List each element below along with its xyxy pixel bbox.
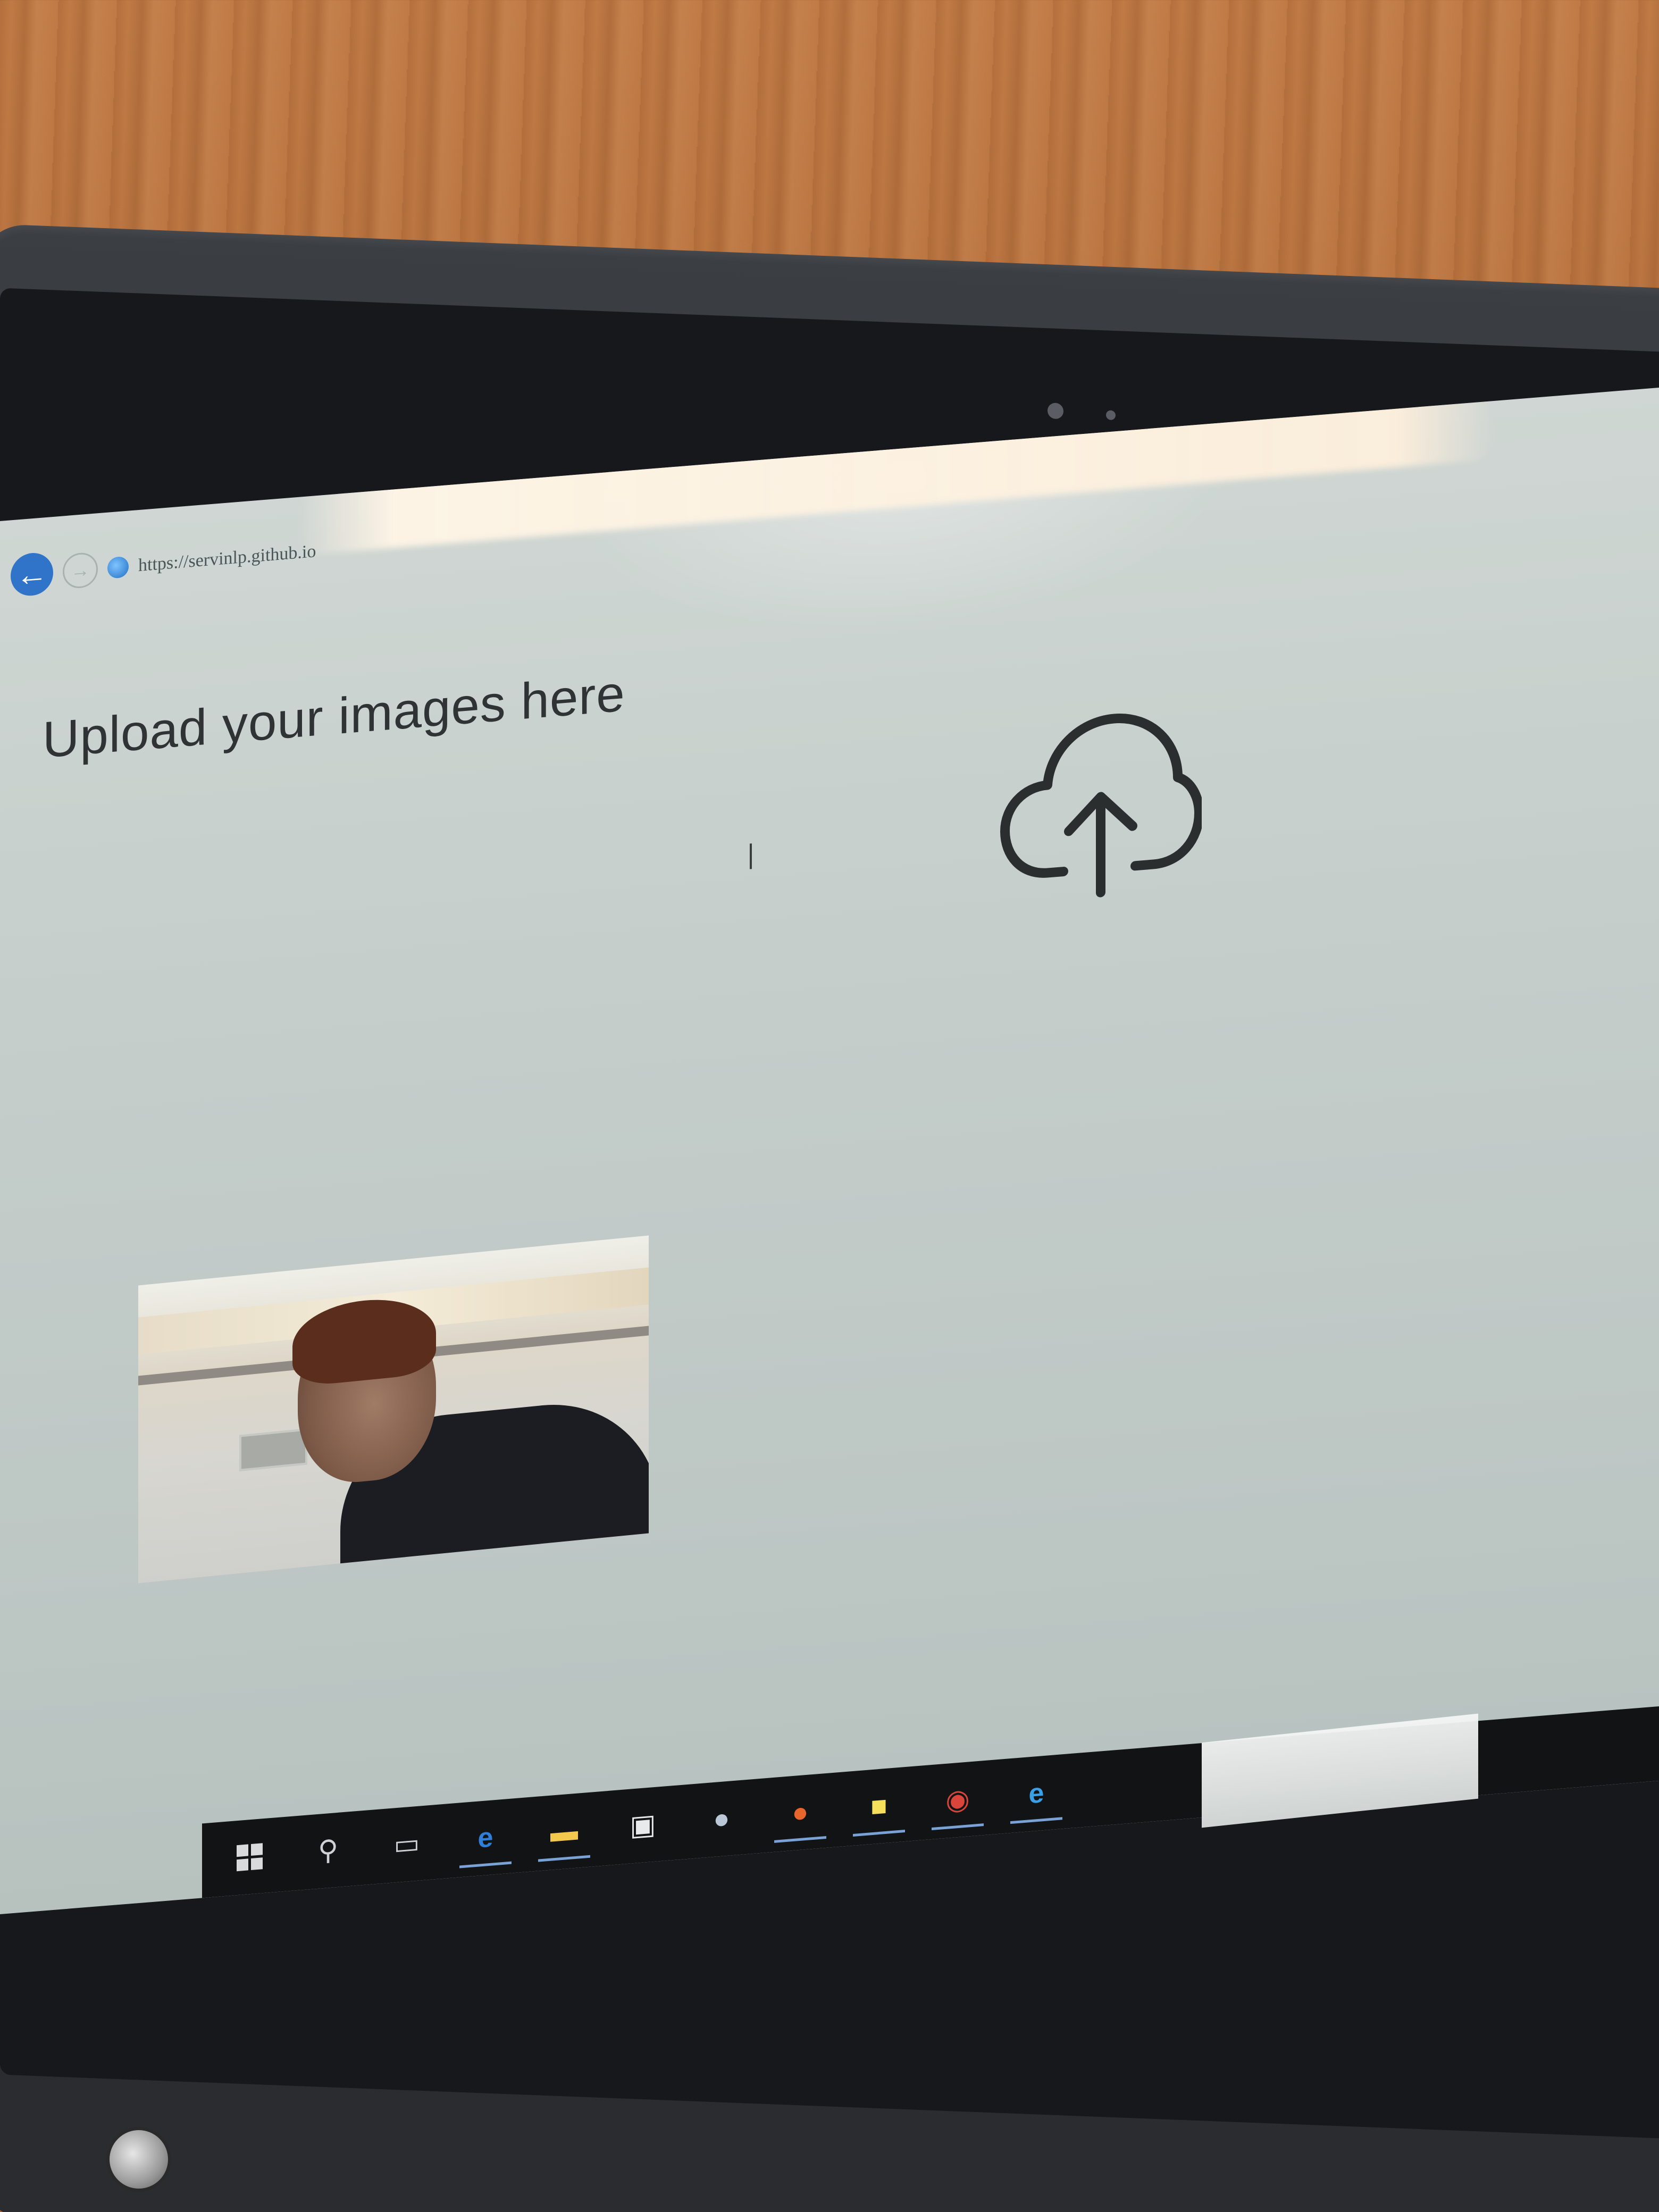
back-arrow-icon: ← bbox=[16, 555, 48, 593]
sensor-dot bbox=[1106, 410, 1116, 421]
forward-button[interactable]: → bbox=[63, 551, 98, 590]
app-icon[interactable]: ● bbox=[706, 1802, 737, 1836]
chrome-icon[interactable]: ◉ bbox=[942, 1783, 973, 1817]
cloud-upload-icon[interactable] bbox=[1000, 701, 1202, 909]
file-explorer-icon[interactable]: ▬ bbox=[549, 1815, 580, 1848]
search-icon[interactable]: ⚲ bbox=[313, 1834, 343, 1867]
frame-screw bbox=[106, 2127, 171, 2192]
photo-scene: { "browser": { "url": "https://servinlp.… bbox=[0, 0, 1659, 2212]
edge-icon[interactable]: e bbox=[470, 1821, 501, 1855]
forward-arrow-icon: → bbox=[71, 558, 90, 582]
webcam-preview bbox=[138, 1235, 649, 1583]
front-camera bbox=[1048, 403, 1063, 420]
windows-start-icon[interactable] bbox=[234, 1840, 265, 1874]
sticky-notes-icon[interactable]: ■ bbox=[864, 1790, 894, 1823]
internet-explorer-icon[interactable]: e bbox=[1021, 1777, 1052, 1811]
screen: ← → https://servinlp.github.io Upload yo… bbox=[0, 384, 1659, 1914]
page-title: Upload your images here bbox=[43, 665, 625, 769]
text-cursor bbox=[750, 843, 752, 869]
task-view-icon[interactable]: ▭ bbox=[391, 1828, 422, 1861]
url-field[interactable]: https://servinlp.github.io bbox=[138, 541, 316, 576]
store-icon[interactable]: ▣ bbox=[627, 1808, 658, 1842]
ceiling-vent bbox=[239, 1428, 307, 1471]
back-button[interactable]: ← bbox=[11, 551, 53, 598]
firefox-icon[interactable]: ● bbox=[785, 1796, 816, 1830]
address-bar: ← → https://servinlp.github.io bbox=[11, 527, 383, 598]
site-icon bbox=[107, 556, 129, 579]
